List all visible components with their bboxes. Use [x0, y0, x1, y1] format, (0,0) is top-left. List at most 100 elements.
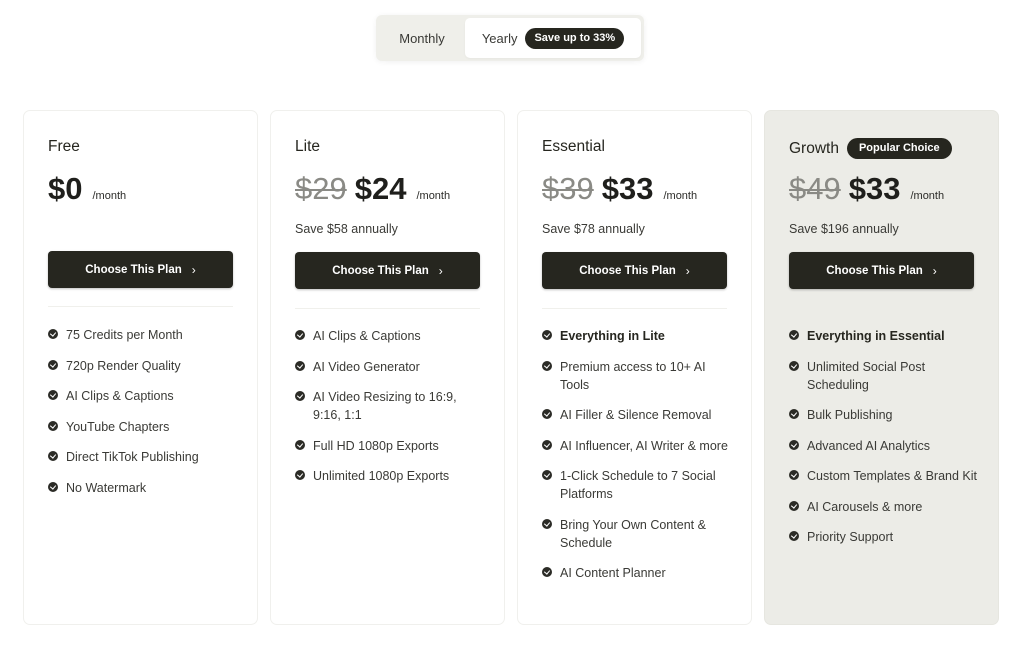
chevron-right-icon: › — [685, 263, 690, 278]
feature-text: 720p Render Quality — [66, 358, 181, 373]
feature-item: Unlimited Social Post Scheduling — [789, 358, 979, 394]
feature-text: AI Clips & Captions — [313, 329, 421, 343]
feature-item: AI Video Generator — [295, 358, 485, 376]
check-circle-icon — [542, 567, 552, 577]
feature-text: AI Influencer, AI Writer & more — [560, 438, 728, 453]
choose-plan-label: Choose This Plan — [332, 264, 429, 277]
check-circle-icon — [295, 439, 305, 450]
plan-header: Free — [48, 138, 80, 156]
toggle-yearly-label: Yearly — [481, 30, 518, 46]
price-period: /month — [416, 190, 451, 202]
feature-text: 1-Click Schedule to 7 Social Platforms — [560, 469, 716, 501]
check-circle-icon — [542, 330, 552, 340]
chevron-right-icon: › — [191, 262, 196, 277]
annual-savings: Save $78 annually — [542, 222, 645, 236]
feature-text: Unlimited 1080p Exports — [313, 469, 450, 483]
feature-item: Custom Templates & Brand Kit — [789, 467, 979, 485]
check-circle-icon — [789, 470, 799, 480]
feature-item: 1-Click Schedule to 7 Social Platforms — [542, 467, 732, 503]
check-circle-icon — [542, 409, 552, 419]
yearly-savings-badge: Save up to 33% — [525, 27, 625, 49]
annual-savings: Save $58 annually — [295, 222, 398, 236]
plan-card-lite: Lite $29 $24 /month Save $58 annually Ch… — [270, 110, 505, 625]
check-circle-icon — [295, 391, 305, 401]
feature-text: AI Carousels & more — [807, 499, 923, 514]
popular-choice-badge: Popular Choice — [846, 138, 952, 159]
feature-item: Bulk Publishing — [789, 406, 979, 424]
feature-item: Bring Your Own Content & Schedule — [542, 516, 732, 552]
feature-item: YouTube Chapters — [48, 418, 238, 436]
choose-plan-button[interactable]: Choose This Plan › — [789, 252, 974, 289]
feature-text: No Watermark — [66, 480, 147, 495]
feature-text: 75 Credits per Month — [66, 328, 183, 342]
feature-text: Full HD 1080p Exports — [313, 438, 439, 453]
check-circle-icon — [48, 481, 58, 492]
feature-text: Everything in Essential — [807, 329, 945, 343]
check-circle-icon — [542, 470, 552, 480]
plan-price: $33 — [848, 171, 901, 206]
feature-text: Advanced AI Analytics — [807, 438, 930, 453]
feature-text: AI Clips & Captions — [66, 389, 174, 403]
toggle-monthly-label: Monthly — [399, 30, 445, 46]
feature-text: Everything in Lite — [560, 329, 665, 343]
choose-plan-button[interactable]: Choose This Plan › — [48, 251, 233, 288]
chevron-right-icon: › — [932, 263, 937, 278]
check-circle-icon — [789, 360, 799, 371]
check-circle-icon — [295, 360, 305, 371]
billing-period-toggle: Monthly Yearly Save up to 33% — [376, 15, 644, 61]
plan-name: Essential — [542, 138, 605, 155]
feature-text: AI Filler & Silence Removal — [560, 408, 712, 422]
check-circle-icon — [48, 390, 58, 400]
price-row: $49 $33 /month — [789, 171, 944, 207]
feature-item: AI Influencer, AI Writer & more — [542, 437, 732, 455]
price-row: $29 $24 /month — [295, 171, 450, 207]
feature-text: AI Video Generator — [313, 359, 420, 374]
feature-item: Advanced AI Analytics — [789, 437, 979, 455]
check-circle-icon — [48, 329, 58, 339]
divider — [48, 306, 233, 307]
plan-name: Free — [48, 138, 80, 155]
original-price: $39 — [542, 171, 594, 206]
feature-item: Everything in Essential — [789, 327, 979, 345]
pricing-cards: Free $0 /month Choose This Plan › 75 Cre… — [23, 110, 999, 625]
feature-item: 75 Credits per Month — [48, 326, 238, 344]
original-price: $49 — [789, 171, 841, 206]
plan-name: Growth — [789, 139, 839, 157]
annual-savings: Save $196 annually — [789, 222, 899, 236]
choose-plan-label: Choose This Plan — [85, 263, 182, 276]
check-circle-icon — [48, 359, 58, 370]
plan-price: $24 — [354, 171, 407, 206]
feature-list: Everything in Lite Premium access to 10+… — [542, 327, 732, 595]
feature-text: Priority Support — [807, 530, 894, 544]
feature-item: Premium access to 10+ AI Tools — [542, 358, 732, 394]
check-circle-icon — [542, 439, 552, 450]
check-circle-icon — [542, 360, 552, 371]
chevron-right-icon: › — [438, 263, 443, 278]
plan-header: Essential — [542, 138, 605, 156]
feature-item: Direct TikTok Publishing — [48, 448, 238, 466]
divider — [542, 308, 727, 309]
original-price: $29 — [295, 171, 347, 206]
toggle-monthly[interactable]: Monthly — [379, 18, 465, 58]
feature-item: AI Filler & Silence Removal — [542, 406, 732, 424]
price-row: $0 /month — [48, 171, 126, 207]
check-circle-icon — [295, 330, 305, 340]
check-circle-icon — [789, 531, 799, 541]
feature-item: No Watermark — [48, 479, 238, 497]
choose-plan-button[interactable]: Choose This Plan › — [542, 252, 727, 289]
choose-plan-button[interactable]: Choose This Plan › — [295, 252, 480, 289]
feature-list: AI Clips & Captions AI Video Generator A… — [295, 327, 485, 498]
feature-item: AI Clips & Captions — [295, 327, 485, 345]
feature-text: Bulk Publishing — [807, 408, 893, 422]
plan-header: Lite — [295, 138, 320, 156]
plan-name: Lite — [295, 138, 320, 155]
feature-text: Custom Templates & Brand Kit — [807, 469, 977, 483]
feature-item: AI Carousels & more — [789, 498, 979, 516]
feature-item: Full HD 1080p Exports — [295, 437, 485, 455]
toggle-yearly[interactable]: Yearly Save up to 33% — [465, 18, 641, 58]
check-circle-icon — [789, 500, 799, 511]
check-circle-icon — [542, 518, 552, 529]
feature-text: Direct TikTok Publishing — [66, 450, 199, 464]
choose-plan-label: Choose This Plan — [579, 264, 676, 277]
plan-card-essential: Essential $39 $33 /month Save $78 annual… — [517, 110, 752, 625]
